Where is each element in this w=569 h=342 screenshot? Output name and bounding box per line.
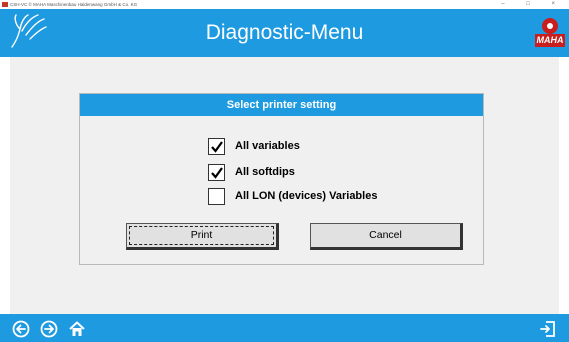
logo-text: MAHA xyxy=(535,34,565,47)
window-title: CSH-VC © MAHA Maschinenbau Haldenwang Gm… xyxy=(10,2,138,7)
app-icon xyxy=(2,2,8,7)
cancel-button[interactable]: Cancel xyxy=(310,223,463,250)
maha-logo: MAHA xyxy=(535,18,565,51)
all-softdips-checkbox[interactable] xyxy=(208,164,225,181)
all-variables-label: All variables xyxy=(235,140,300,152)
checkmark-icon xyxy=(211,167,223,179)
all-softdips-label: All softdips xyxy=(235,166,295,178)
window-titlebar: CSH-VC © MAHA Maschinenbau Haldenwang Gm… xyxy=(0,0,569,9)
page-title: Diagnostic-Menu xyxy=(205,21,364,44)
window-controls[interactable]: – □ × xyxy=(501,0,565,8)
footer-bar xyxy=(0,314,569,342)
exit-icon[interactable] xyxy=(539,320,557,338)
print-button[interactable]: Print xyxy=(126,223,279,250)
all-lon-variables-checkbox[interactable] xyxy=(208,188,225,205)
app-header: Diagnostic-Menu MAHA xyxy=(0,9,569,57)
checkmark-icon xyxy=(211,141,223,153)
all-lon-variables-label: All LON (devices) Variables xyxy=(235,190,378,202)
home-icon[interactable] xyxy=(68,320,86,338)
printer-settings-dialog: Select printer setting All variables All… xyxy=(79,93,484,265)
dialog-title: Select printer setting xyxy=(80,94,483,116)
all-variables-checkbox[interactable] xyxy=(208,138,225,155)
back-arrow-icon[interactable] xyxy=(12,320,30,338)
logo-emblem xyxy=(542,18,558,34)
forward-arrow-icon[interactable] xyxy=(40,320,58,338)
